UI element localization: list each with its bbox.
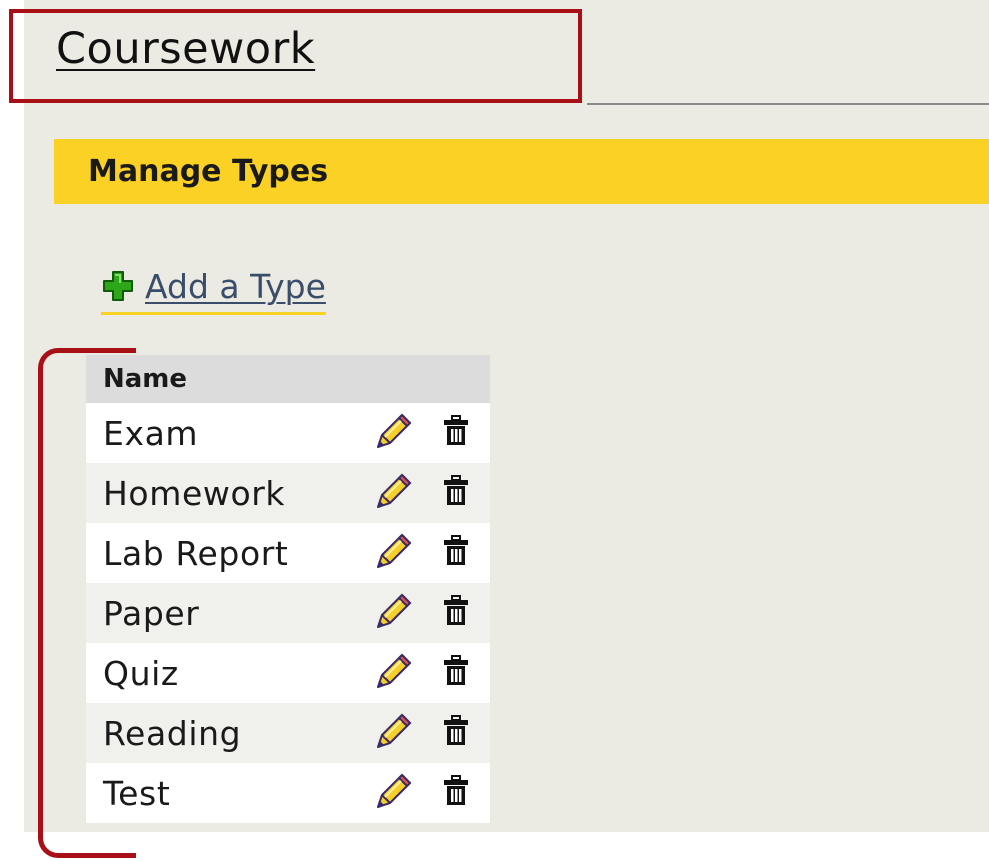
delete-cell xyxy=(422,643,490,703)
pencil-icon[interactable] xyxy=(372,651,414,695)
section-header: Manage Types xyxy=(54,139,989,204)
edit-cell xyxy=(364,703,422,763)
section-title: Manage Types xyxy=(88,154,329,189)
table-row: Exam xyxy=(86,403,490,463)
trash-icon[interactable] xyxy=(443,775,469,811)
table-row: Paper xyxy=(86,583,490,643)
type-name: Quiz xyxy=(86,643,364,703)
plus-icon xyxy=(103,271,133,301)
delete-cell xyxy=(422,703,490,763)
table-row: Test xyxy=(86,763,490,823)
delete-cell xyxy=(422,523,490,583)
types-table-body: Exam Homework Lab Report Paper Quiz Reading Te… xyxy=(86,403,490,823)
types-table: Name Exam Homework Lab Report Paper Quiz Read… xyxy=(86,355,490,823)
type-name: Reading xyxy=(86,703,364,763)
type-name: Lab Report xyxy=(86,523,364,583)
pencil-icon[interactable] xyxy=(372,531,414,575)
delete-cell xyxy=(422,583,490,643)
table-row: Reading xyxy=(86,703,490,763)
trash-icon[interactable] xyxy=(443,535,469,571)
type-name: Test xyxy=(86,763,364,823)
type-name: Homework xyxy=(86,463,364,523)
pencil-icon[interactable] xyxy=(372,411,414,455)
table-row: Quiz xyxy=(86,643,490,703)
title-divider xyxy=(587,103,989,105)
pencil-icon[interactable] xyxy=(372,471,414,515)
trash-icon[interactable] xyxy=(443,415,469,451)
pencil-icon[interactable] xyxy=(372,711,414,755)
trash-icon[interactable] xyxy=(443,655,469,691)
trash-icon[interactable] xyxy=(443,715,469,751)
type-name: Paper xyxy=(86,583,364,643)
trash-icon[interactable] xyxy=(443,595,469,631)
add-type-label: Add a Type xyxy=(145,266,326,306)
delete-cell xyxy=(422,763,490,823)
type-name: Exam xyxy=(86,403,364,463)
add-type-link[interactable]: Add a Type xyxy=(101,262,326,315)
table-row: Homework xyxy=(86,463,490,523)
edit-cell xyxy=(364,583,422,643)
delete-cell xyxy=(422,463,490,523)
edit-cell xyxy=(364,463,422,523)
edit-cell xyxy=(364,523,422,583)
delete-cell xyxy=(422,403,490,463)
pencil-icon[interactable] xyxy=(372,771,414,815)
edit-cell xyxy=(364,643,422,703)
title-callout-highlight xyxy=(9,9,582,103)
trash-icon[interactable] xyxy=(443,475,469,511)
column-header-name[interactable]: Name xyxy=(86,355,490,403)
table-header-row: Name xyxy=(86,355,490,403)
edit-cell xyxy=(364,403,422,463)
pencil-icon[interactable] xyxy=(372,591,414,635)
edit-cell xyxy=(364,763,422,823)
table-row: Lab Report xyxy=(86,523,490,583)
